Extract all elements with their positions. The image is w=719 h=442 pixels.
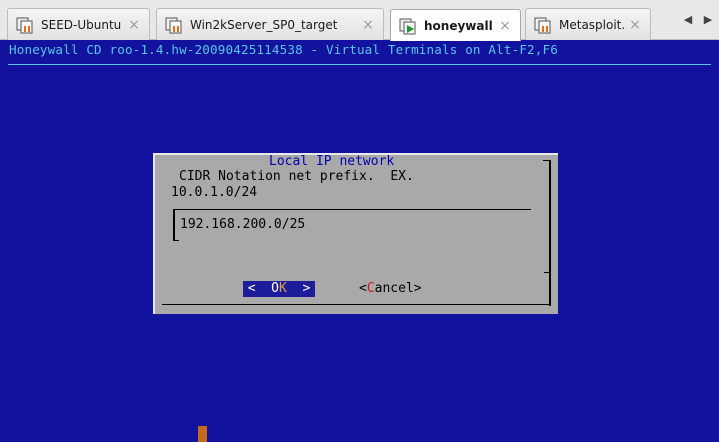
vm-powered-off-icon [534,17,551,33]
tab-label: Win2kServer_SP0_target [190,17,338,32]
dialog-border-bottom [162,304,551,305]
dialog-border-left [153,153,155,314]
ok-hotkey: K [279,281,287,296]
close-icon[interactable]: × [359,17,377,33]
ok-button[interactable]: < OK > [243,281,315,297]
cancel-button-right: ancel> [374,281,422,296]
cancel-button-left: < [359,281,367,296]
ok-button-left: < O [247,281,279,296]
scroll-tabs-left-icon[interactable]: ◀ [682,12,694,28]
vm-powered-off-icon [16,17,33,33]
vm-running-icon [399,18,416,34]
tab-label: honeywall [424,18,493,33]
local-ip-network-dialog: Local IP network CIDR Notation net prefi… [153,153,558,314]
tab-win2kserver[interactable]: Win2kServer_SP0_target × [156,8,384,40]
input-border-corner [173,240,179,241]
tab-honeywall[interactable]: honeywall × [390,9,521,41]
input-border-left [173,209,175,241]
tab-label: Metasploit... [559,17,626,32]
terminal-header-divider [8,64,711,65]
dialog-title: Local IP network [269,154,395,169]
scroll-tabs-right-icon[interactable]: ▶ [702,12,714,28]
ok-button-right: > [286,281,311,296]
terminal-header: Honeywall CD roo-1.4.hw-20090425114538 -… [9,42,558,57]
input-border-top [173,209,531,210]
vm-powered-off-icon [165,17,182,33]
dialog-border-corner [543,160,551,161]
cancel-button[interactable]: <Cancel> [359,281,422,297]
tab-metasploit[interactable]: Metasploit... × [525,8,651,40]
console-cursor [198,426,207,442]
dialog-prompt-line-2: 10.0.1.0/24 [171,185,258,200]
vm-console-window: SEED-Ubuntu × Win2kServer_SP0_target × h… [0,0,719,442]
close-icon[interactable]: × [125,17,143,33]
close-icon[interactable]: × [626,17,644,33]
dialog-border-right [549,160,551,306]
cancel-hotkey: C [366,281,375,296]
dialog-prompt-line-1: CIDR Notation net prefix. EX. [179,169,414,184]
vm-tab-bar: SEED-Ubuntu × Win2kServer_SP0_target × h… [0,0,719,41]
dialog-border-tick [544,272,550,273]
tab-seed-ubuntu[interactable]: SEED-Ubuntu × [7,8,150,40]
network-prefix-value: 192.168.200.0/25 [180,217,306,232]
close-icon[interactable]: × [496,18,514,34]
tab-label: SEED-Ubuntu [41,17,122,32]
